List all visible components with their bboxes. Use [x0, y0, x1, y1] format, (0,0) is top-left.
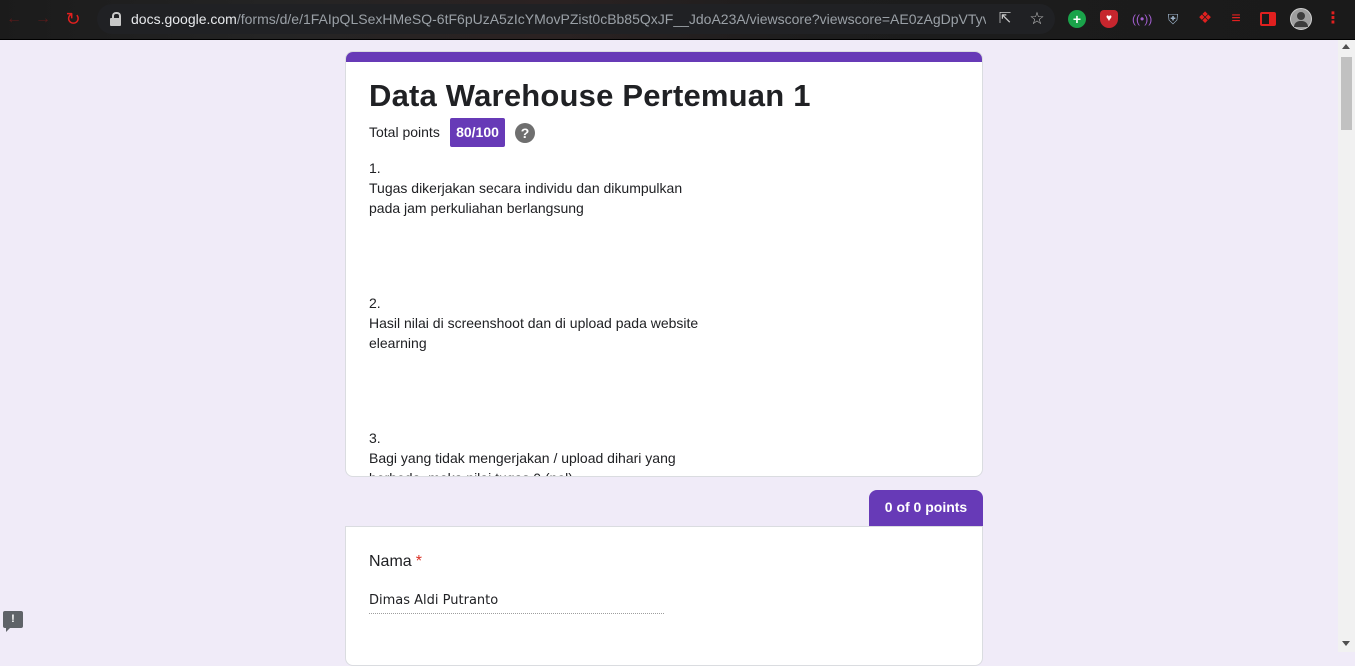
reload-icon[interactable]: ↻ [63, 9, 83, 29]
question-label: Nama [369, 553, 412, 570]
question-points-badge: 0 of 0 points [869, 490, 983, 527]
description-number: 1. [369, 160, 381, 176]
question-title: Nama * [369, 553, 422, 571]
brave-shield-icon[interactable]: ♥ [1100, 10, 1118, 28]
side-panel-icon[interactable] [1260, 12, 1276, 26]
scroll-up-icon[interactable] [1342, 44, 1350, 49]
score-badge: 80/100 [450, 118, 505, 147]
share-icon[interactable]: ⇱ [995, 9, 1015, 29]
description-item: 1. Tugas dikerjakan secara individu dan … [369, 158, 709, 218]
url-path: /forms/d/e/1FAIpQLSexHMeSQ-6tF6pUzA5zIcY… [236, 11, 986, 27]
required-mark: * [415, 553, 422, 570]
total-points-label: Total points [369, 124, 440, 140]
form-title: Data Warehouse Pertemuan 1 [369, 78, 811, 113]
url-text[interactable]: docs.google.com/forms/d/e/1FAIpQLSexHMeS… [131, 11, 986, 28]
star-icon[interactable]: ☆ [1027, 9, 1047, 29]
browser-toolbar: ← → ↻ docs.google.com/forms/d/e/1FAIpQLS… [0, 0, 1355, 40]
profile-avatar[interactable] [1290, 8, 1312, 30]
description-text: Hasil nilai di screenshoot dan di upload… [369, 315, 699, 351]
reading-list-icon[interactable]: ≡ [1227, 10, 1245, 28]
extensions-puzzle-icon[interactable]: ❖ [1196, 10, 1214, 28]
accent-bar [346, 52, 982, 62]
scroll-down-icon[interactable] [1342, 641, 1350, 646]
radio-extension-icon[interactable]: ((•)) [1132, 10, 1152, 28]
answer-field: Dimas Aldi Putranto [369, 591, 664, 614]
description-item: 3. Bagi yang tidak mengerjakan / upload … [369, 428, 709, 476]
description-item: 2. Hasil nilai di screenshoot dan di upl… [369, 293, 709, 353]
description-text: Tugas dikerjakan secara individu dan dik… [369, 180, 683, 216]
question-card: Nama * Dimas Aldi Putranto [345, 526, 983, 666]
back-icon[interactable]: ← [4, 9, 24, 29]
description-number: 3. [369, 430, 381, 446]
shield-extension-icon[interactable]: ⛨ [1164, 10, 1182, 28]
form-description: 1. Tugas dikerjakan secara individu dan … [369, 158, 709, 476]
description-number: 2. [369, 295, 381, 311]
menu-icon[interactable]: ⋮ [1325, 9, 1341, 29]
address-bar[interactable]: docs.google.com/forms/d/e/1FAIpQLSexHMeS… [97, 4, 1055, 34]
report-problem-icon[interactable]: ! [3, 611, 23, 632]
url-host: docs.google.com [131, 11, 237, 27]
lock-icon[interactable] [110, 12, 121, 26]
add-extension-icon[interactable]: + [1068, 10, 1086, 28]
forward-icon[interactable]: → [33, 9, 53, 29]
page-scrollbar[interactable] [1338, 40, 1355, 652]
form-header-card: Data Warehouse Pertemuan 1 Total points … [345, 51, 983, 477]
description-text: Bagi yang tidak mengerjakan / upload dih… [369, 450, 676, 476]
scroll-thumb[interactable] [1341, 57, 1352, 130]
help-icon[interactable]: ? [515, 123, 535, 143]
